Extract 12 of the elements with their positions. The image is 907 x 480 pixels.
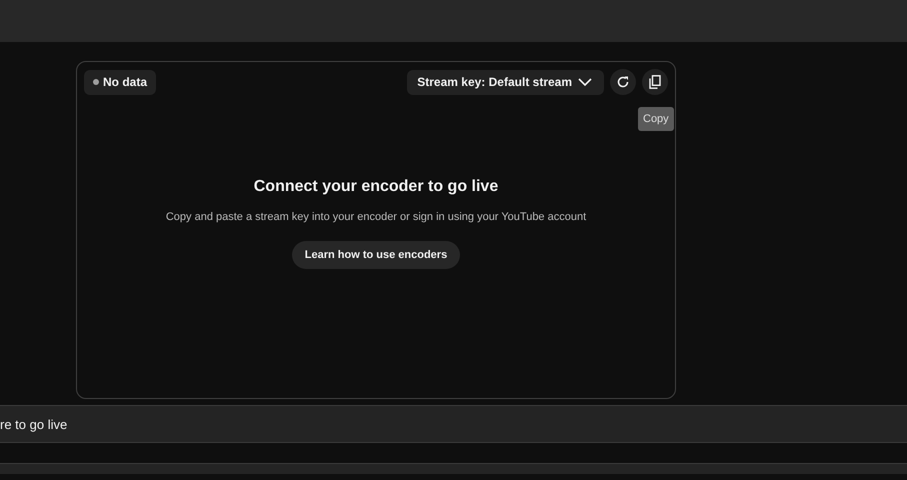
stream-key-dropdown[interactable]: Stream key: Default stream [407,70,604,94]
info-text: re to go live [0,416,68,432]
learn-encoders-button[interactable]: Learn how to use encoders [292,241,460,269]
copy-tooltip: Copy [638,107,674,131]
copy-icon [649,75,661,89]
copy-button[interactable] [642,69,668,95]
refresh-icon [616,75,630,89]
empty-state-description: Copy and paste a stream key into your encoder or sign in using your YouTube account [166,211,586,223]
refresh-button[interactable] [610,69,636,95]
empty-state-title: Connect your encoder to go live [254,178,498,196]
status-label: No data [103,75,148,89]
chevron-down-icon [578,78,592,86]
